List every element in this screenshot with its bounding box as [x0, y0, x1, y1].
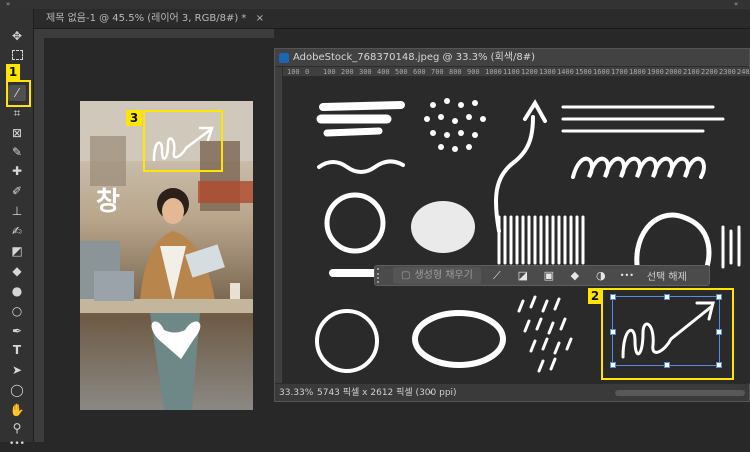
- document-tab-bar: 제목 없음-1 @ 45.5% (레이어 3, RGB/8#) * ×: [34, 9, 750, 29]
- floating-window-title: AdobeStock_768370148.jpeg @ 33.3% (회색/8#…: [293, 52, 535, 63]
- selection-bounding-box[interactable]: [610, 294, 722, 368]
- status-menu-arrow-icon[interactable]: ‹: [429, 384, 433, 402]
- pasted-swirl-arrow: [152, 126, 214, 162]
- modify-selection-icon[interactable]: ⟋: [489, 268, 505, 284]
- ruler-label: 2200: [701, 68, 718, 76]
- blur-tool-icon[interactable]: ●: [8, 283, 26, 299]
- document-tab-label: 제목 없음-1 @ 45.5% (레이어 3, RGB/8#) *: [46, 13, 247, 24]
- ruler-label: 1800: [629, 68, 646, 76]
- more-tools-icon[interactable]: •••: [8, 436, 26, 452]
- hand-tool-icon[interactable]: ✋: [8, 402, 26, 418]
- ruler-label: 1900: [647, 68, 664, 76]
- ruler-label: 200: [341, 68, 354, 76]
- selected-swirl-arrow: [621, 301, 715, 359]
- create-mask-icon[interactable]: ▣: [541, 268, 557, 284]
- document-dimensions: 5743 픽셀 x 2612 픽셀 (300 ppi): [317, 388, 457, 398]
- ruler-label: 700: [431, 68, 444, 76]
- generative-fill-label: 생성형 채우기: [414, 270, 473, 281]
- fill-selection-icon[interactable]: ◆: [567, 268, 583, 284]
- ruler-label: 2100: [683, 68, 700, 76]
- photoshop-file-icon: [279, 53, 289, 63]
- document-tab[interactable]: 제목 없음-1 @ 45.5% (레이어 3, RGB/8#) * ×: [40, 11, 270, 27]
- ruler-label: 2300: [719, 68, 736, 76]
- application-bar: » «: [0, 0, 750, 9]
- annotation-badge-2: 2: [588, 288, 602, 304]
- horizontal-scrollbar[interactable]: [615, 390, 745, 396]
- zoom-tool-icon[interactable]: ⚲: [8, 420, 26, 436]
- ruler-label: 400: [377, 68, 390, 76]
- ruler-label: 2000: [665, 68, 682, 76]
- vertical-ruler: [34, 29, 44, 442]
- document-tab-close-icon[interactable]: ×: [256, 13, 264, 24]
- ellipse-tool-icon[interactable]: ◯: [8, 382, 26, 398]
- brush-tool-icon[interactable]: ✐: [8, 183, 26, 199]
- floating-window-titlebar[interactable]: AdobeStock_768370148.jpeg @ 33.3% (회색/8#…: [275, 49, 749, 67]
- adjustment-layer-icon[interactable]: ◑: [593, 268, 609, 284]
- annotation-box-1: [6, 80, 31, 107]
- ruler-labels: 100 0 100 200 300 400 500 600 700 800 900 1000 1100 1…: [287, 68, 750, 76]
- history-brush-icon[interactable]: ✍: [8, 223, 26, 239]
- ruler-label: 1100: [503, 68, 520, 76]
- more-options-icon[interactable]: •••: [619, 268, 635, 284]
- horizontal-ruler: [44, 29, 274, 38]
- floating-status-bar: 33.33% 5743 픽셀 x 2612 픽셀 (300 ppi) ‹: [275, 383, 749, 401]
- generative-fill-icon: ▢: [401, 270, 411, 281]
- marquee-tool-icon[interactable]: [8, 47, 26, 63]
- ruler-label: 1000: [485, 68, 502, 76]
- ruler-label: 800: [449, 68, 462, 76]
- ruler-label: 1200: [521, 68, 538, 76]
- floating-vertical-ruler: [275, 67, 283, 383]
- ruler-label: 1600: [593, 68, 610, 76]
- eyedropper-icon[interactable]: ✎: [8, 144, 26, 160]
- ruler-label: 100: [323, 68, 336, 76]
- frame-tool-icon[interactable]: ⊠: [8, 125, 26, 141]
- ruler-label: 1400: [557, 68, 574, 76]
- paint-bucket-icon[interactable]: ◆: [8, 263, 26, 279]
- dodge-tool-icon[interactable]: ○: [8, 303, 26, 319]
- path-selection-icon[interactable]: ➤: [8, 362, 26, 378]
- pen-tool-icon[interactable]: ✒: [8, 323, 26, 339]
- expand-panels-right-icon[interactable]: «: [734, 0, 738, 8]
- generative-fill-button[interactable]: ▢ 생성형 채우기: [393, 267, 481, 284]
- eraser-icon[interactable]: ◩: [8, 243, 26, 259]
- ruler-label: 1500: [575, 68, 592, 76]
- contextual-task-bar: ▢ 생성형 채우기 ⟋ ◪ ▣ ◆ ◑ ••• 선택 해제: [374, 265, 710, 286]
- stamp-tool-icon[interactable]: ⊥: [8, 203, 26, 219]
- type-tool-icon[interactable]: T: [8, 342, 26, 358]
- crop-tool-icon[interactable]: ⌗: [8, 105, 26, 121]
- annotation-badge-1: 1: [6, 64, 20, 80]
- ruler-label: 1700: [611, 68, 628, 76]
- ruler-label: 2400: [737, 68, 750, 76]
- ruler-label: 600: [413, 68, 426, 76]
- ruler-label: 100: [287, 68, 300, 76]
- deselect-button[interactable]: 선택 해제: [647, 268, 687, 283]
- move-tool-icon[interactable]: ✥: [8, 28, 26, 44]
- ruler-label: 0: [305, 68, 310, 76]
- annotation-badge-3: 3: [126, 110, 142, 126]
- healing-brush-icon[interactable]: ✚: [8, 163, 26, 179]
- photo-overlay-text: 창: [96, 187, 120, 217]
- expand-panels-icon[interactable]: »: [6, 0, 10, 8]
- invert-selection-icon[interactable]: ◪: [515, 268, 531, 284]
- ruler-label: 500: [395, 68, 408, 76]
- ruler-label: 1300: [539, 68, 556, 76]
- ruler-label: 300: [359, 68, 372, 76]
- drag-handle-icon[interactable]: [377, 268, 385, 283]
- floating-horizontal-ruler: 100 0 100 200 300 400 500 600 700 800 900 1000 1100 1…: [283, 67, 750, 77]
- zoom-level[interactable]: 33.33%: [279, 384, 313, 402]
- ruler-label: 900: [467, 68, 480, 76]
